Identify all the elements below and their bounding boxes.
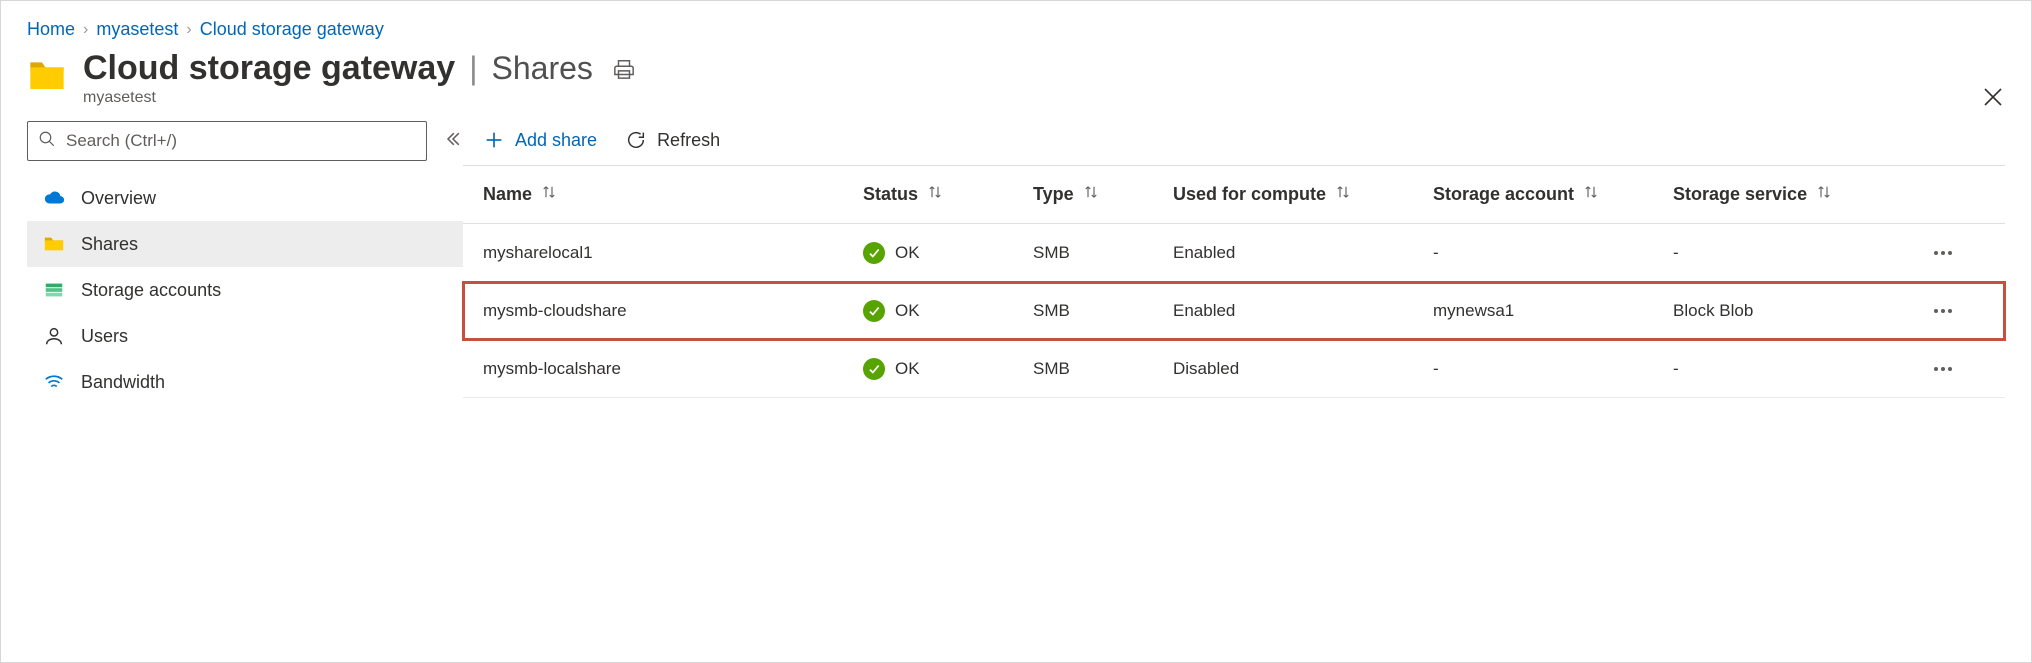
close-button[interactable] <box>1981 85 2005 109</box>
compute-cell: Enabled <box>1173 301 1433 321</box>
sidebar-item-label: Storage accounts <box>81 280 221 301</box>
sort-icon <box>540 183 558 206</box>
page-subtitle: myasetest <box>83 89 635 107</box>
table-header: Name Status Type Used for compute <box>463 166 2005 224</box>
col-compute[interactable]: Used for compute <box>1173 183 1433 206</box>
status-ok-icon <box>863 242 885 264</box>
sidebar-item-overview[interactable]: Overview <box>27 175 463 221</box>
compute-cell: Disabled <box>1173 359 1433 379</box>
sidebar-item-label: Users <box>81 326 128 347</box>
page-header: Cloud storage gateway | Shares myasetest <box>27 50 2005 107</box>
col-status-label: Status <box>863 184 918 205</box>
breadcrumb-resource[interactable]: myasetest <box>96 19 178 40</box>
service-cell: Block Blob <box>1673 301 1913 321</box>
sidebar-item-users[interactable]: Users <box>27 313 463 359</box>
table-row: mysmb-cloudshare OK SMB Enabled mynewsa1… <box>463 282 2005 340</box>
col-type[interactable]: Type <box>1033 183 1173 206</box>
search-input[interactable] <box>64 130 416 152</box>
sidebar: Overview Shares Storage accounts <box>27 121 463 405</box>
sidebar-item-label: Bandwidth <box>81 372 165 393</box>
search-icon <box>38 130 64 153</box>
main-content: Add share Refresh Name Status <box>463 121 2005 398</box>
compute-cell: Enabled <box>1173 243 1433 263</box>
toolbar: Add share Refresh <box>463 121 2005 166</box>
share-name-link[interactable]: mysmb-cloudshare <box>483 301 863 321</box>
sort-icon <box>1815 183 1833 206</box>
cloud-icon <box>43 187 65 209</box>
type-cell: SMB <box>1033 301 1173 321</box>
sort-icon <box>1082 183 1100 206</box>
add-share-label: Add share <box>515 130 597 151</box>
status-ok-icon <box>863 300 885 322</box>
share-name-link[interactable]: mysharelocal1 <box>483 243 863 263</box>
sidebar-item-shares[interactable]: Shares <box>27 221 463 267</box>
user-icon <box>43 325 65 347</box>
row-more-button[interactable] <box>1913 299 1973 323</box>
col-name-label: Name <box>483 184 532 205</box>
account-cell: mynewsa1 <box>1433 301 1673 321</box>
table-row: mysharelocal1 OK SMB Enabled - - <box>463 224 2005 282</box>
shares-table: Name Status Type Used for compute <box>463 166 2005 398</box>
collapse-sidebar-button[interactable] <box>443 129 463 154</box>
account-cell: - <box>1433 359 1673 379</box>
service-cell: - <box>1673 359 1913 379</box>
sort-icon <box>926 183 944 206</box>
account-cell: - <box>1433 243 1673 263</box>
row-more-button[interactable] <box>1913 357 1973 381</box>
sidebar-item-label: Shares <box>81 234 138 255</box>
chevron-right-icon: › <box>83 21 88 39</box>
col-compute-label: Used for compute <box>1173 184 1326 205</box>
status-ok-icon <box>863 358 885 380</box>
print-button[interactable] <box>613 58 635 80</box>
folder-icon <box>43 233 65 255</box>
page-section: Shares <box>492 50 593 87</box>
status-cell: OK <box>863 242 1033 264</box>
page-title: Cloud storage gateway <box>83 50 455 87</box>
sidebar-item-bandwidth[interactable]: Bandwidth <box>27 359 463 405</box>
sidebar-nav: Overview Shares Storage accounts <box>27 175 463 405</box>
search-input-wrapper[interactable] <box>27 121 427 161</box>
table-row: mysmb-localshare OK SMB Disabled - - <box>463 340 2005 398</box>
breadcrumb-home[interactable]: Home <box>27 19 75 40</box>
status-text: OK <box>895 359 920 379</box>
title-separator: | <box>469 50 477 87</box>
bandwidth-icon <box>43 371 65 393</box>
sidebar-item-label: Overview <box>81 188 156 209</box>
col-account-label: Storage account <box>1433 184 1574 205</box>
chevron-right-icon: › <box>186 21 191 39</box>
breadcrumb-current[interactable]: Cloud storage gateway <box>200 19 384 40</box>
folder-icon <box>27 54 67 94</box>
col-account[interactable]: Storage account <box>1433 183 1673 206</box>
service-cell: - <box>1673 243 1913 263</box>
col-type-label: Type <box>1033 184 1074 205</box>
col-name[interactable]: Name <box>483 183 863 206</box>
status-text: OK <box>895 301 920 321</box>
share-name-link[interactable]: mysmb-localshare <box>483 359 863 379</box>
storage-icon <box>43 279 65 301</box>
refresh-button[interactable]: Refresh <box>625 129 720 151</box>
status-cell: OK <box>863 358 1033 380</box>
col-status[interactable]: Status <box>863 183 1033 206</box>
breadcrumb: Home › myasetest › Cloud storage gateway <box>27 19 2005 40</box>
sidebar-item-storage-accounts[interactable]: Storage accounts <box>27 267 463 313</box>
sort-icon <box>1334 183 1352 206</box>
type-cell: SMB <box>1033 243 1173 263</box>
col-service[interactable]: Storage service <box>1673 183 1913 206</box>
row-more-button[interactable] <box>1913 241 1973 265</box>
col-service-label: Storage service <box>1673 184 1807 205</box>
status-text: OK <box>895 243 920 263</box>
add-share-button[interactable]: Add share <box>483 129 597 151</box>
sort-icon <box>1582 183 1600 206</box>
type-cell: SMB <box>1033 359 1173 379</box>
status-cell: OK <box>863 300 1033 322</box>
page-root: Home › myasetest › Cloud storage gateway… <box>0 0 2032 663</box>
refresh-label: Refresh <box>657 130 720 151</box>
